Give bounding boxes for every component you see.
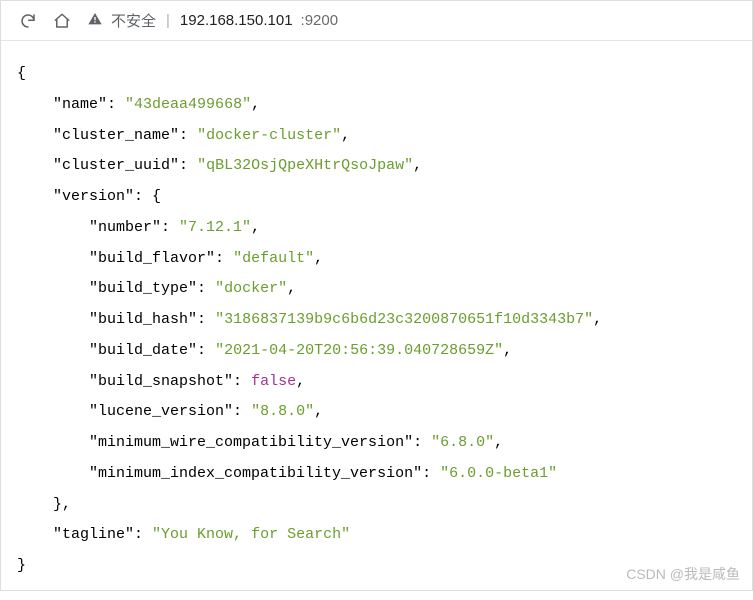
address-box[interactable]: 不安全 | 192.168.150.101 :9200 xyxy=(87,10,338,31)
insecure-warning-icon xyxy=(87,11,103,31)
json-key: "build_flavor" xyxy=(89,250,215,267)
json-key: "cluster_uuid" xyxy=(53,157,179,174)
browser-url-bar: 不安全 | 192.168.150.101 :9200 xyxy=(1,1,752,41)
json-string: "6.8.0" xyxy=(431,434,494,451)
url-port: :9200 xyxy=(301,12,339,29)
json-key: "number" xyxy=(89,219,161,236)
json-string: "qBL32OsjQpeXHtrQsoJpaw" xyxy=(197,157,413,174)
json-key: "minimum_index_compatibility_version" xyxy=(89,465,422,482)
url-divider: | xyxy=(166,12,170,29)
json-string: "8.8.0" xyxy=(251,403,314,420)
json-key: "build_snapshot" xyxy=(89,373,233,390)
json-key: "version" xyxy=(53,188,134,205)
json-string: "docker-cluster" xyxy=(197,127,341,144)
json-key: "cluster_name" xyxy=(53,127,179,144)
home-icon[interactable] xyxy=(53,12,71,30)
json-key: "name" xyxy=(53,96,107,113)
json-string: "2021-04-20T20:56:39.040728659Z" xyxy=(215,342,503,359)
json-key: "minimum_wire_compatibility_version" xyxy=(89,434,413,451)
json-string: "6.0.0-beta1" xyxy=(440,465,557,482)
json-string: "docker" xyxy=(215,280,287,297)
reload-icon[interactable] xyxy=(19,12,37,30)
json-boolean: false xyxy=(251,373,296,390)
json-key: "lucene_version" xyxy=(89,403,233,420)
json-string: "default" xyxy=(233,250,314,267)
url-host: 192.168.150.101 xyxy=(180,12,293,29)
json-key: "build_date" xyxy=(89,342,197,359)
insecure-label: 不安全 xyxy=(111,10,156,31)
json-key: "build_type" xyxy=(89,280,197,297)
json-key: "build_hash" xyxy=(89,311,197,328)
json-string: "You Know, for Search" xyxy=(152,526,350,543)
json-string: "7.12.1" xyxy=(179,219,251,236)
json-string: "3186837139b9c6b6d23c3200870651f10d3343b… xyxy=(215,311,593,328)
json-string: "43deaa499668" xyxy=(125,96,251,113)
json-response-body: { "name": "43deaa499668", "cluster_name"… xyxy=(1,41,752,600)
json-key: "tagline" xyxy=(53,526,134,543)
